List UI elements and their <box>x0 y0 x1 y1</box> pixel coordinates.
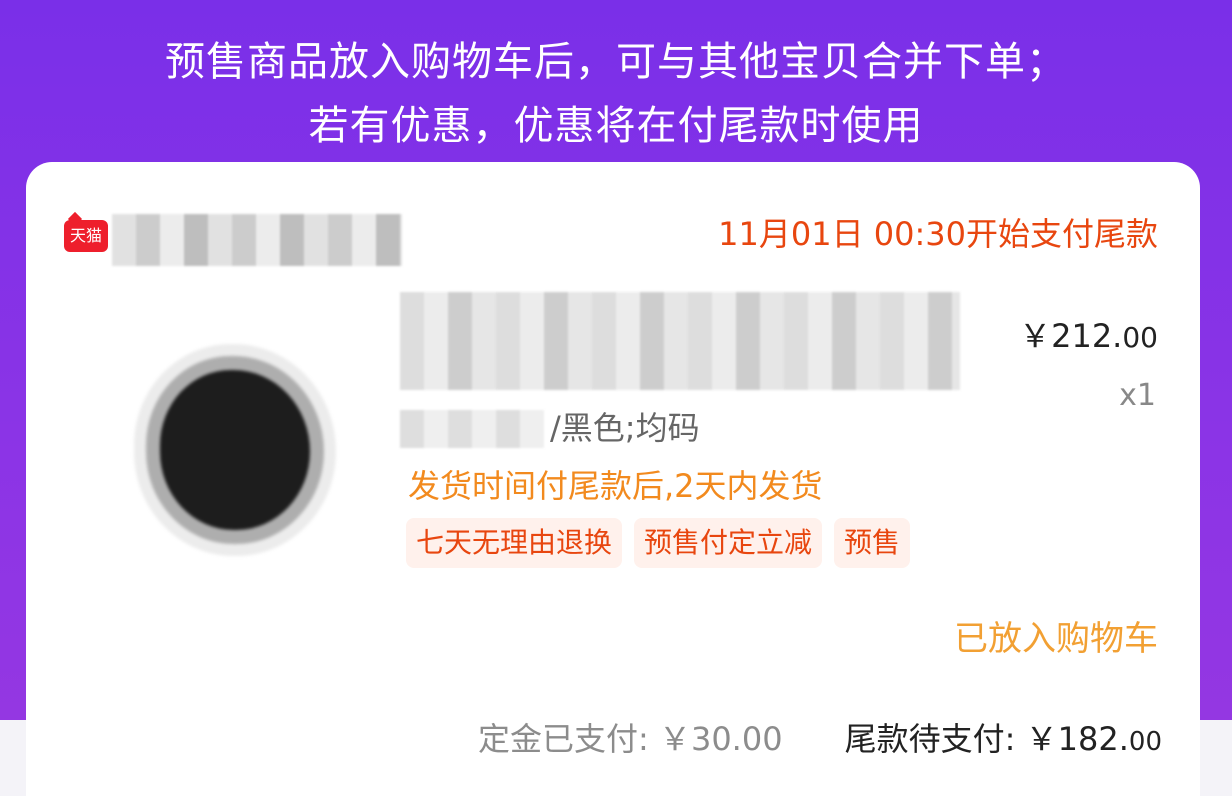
banner-line-2: 若有优惠，优惠将在付尾款时使用 <box>308 103 924 149</box>
shop-name-blurred[interactable] <box>112 214 402 266</box>
balance-label: 尾款待支付: <box>844 720 1026 758</box>
service-tags: 七天无理由退换 预售付定立减 预售 <box>406 518 911 568</box>
tag-presale: 预售 <box>834 518 911 568</box>
product-price: ￥212.00 <box>1019 312 1158 362</box>
balance-due: 尾款待支付: ￥182.00 <box>845 714 1162 767</box>
deposit-paid: 定金已支付: ￥30.00 <box>478 720 783 758</box>
product-image-blur <box>160 370 310 530</box>
balance-cents: 00 <box>1128 727 1162 757</box>
balance-payment-start: 11月01日 00:30开始支付尾款 <box>718 215 1158 253</box>
product-image[interactable] <box>100 350 340 560</box>
price-cents: 00 <box>1122 321 1158 354</box>
shipping-time: 发货时间付尾款后,2天内发货 <box>408 467 823 505</box>
balance-main: ￥182. <box>1025 720 1129 758</box>
cart-status[interactable]: 已放入购物车 <box>954 614 1158 664</box>
banner-line-1: 预售商品放入购物车后，可与其他宝贝合并下单； <box>165 39 1067 85</box>
shop-badge-label: 天猫 <box>69 226 102 245</box>
product-quantity: x1 <box>1119 378 1156 413</box>
tag-seven-day-return: 七天无理由退换 <box>406 518 623 568</box>
product-title-blurred[interactable] <box>400 292 960 390</box>
tmall-logo-icon: 天猫 <box>64 220 108 252</box>
tag-presale-discount: 预售付定立减 <box>634 518 823 568</box>
product-variant: /黑色;均码 <box>400 404 700 452</box>
price-main: ￥212. <box>1019 317 1123 355</box>
banner-text: 预售商品放入购物车后，可与其他宝贝合并下单； 若有优惠，优惠将在付尾款时使用 <box>0 30 1232 158</box>
